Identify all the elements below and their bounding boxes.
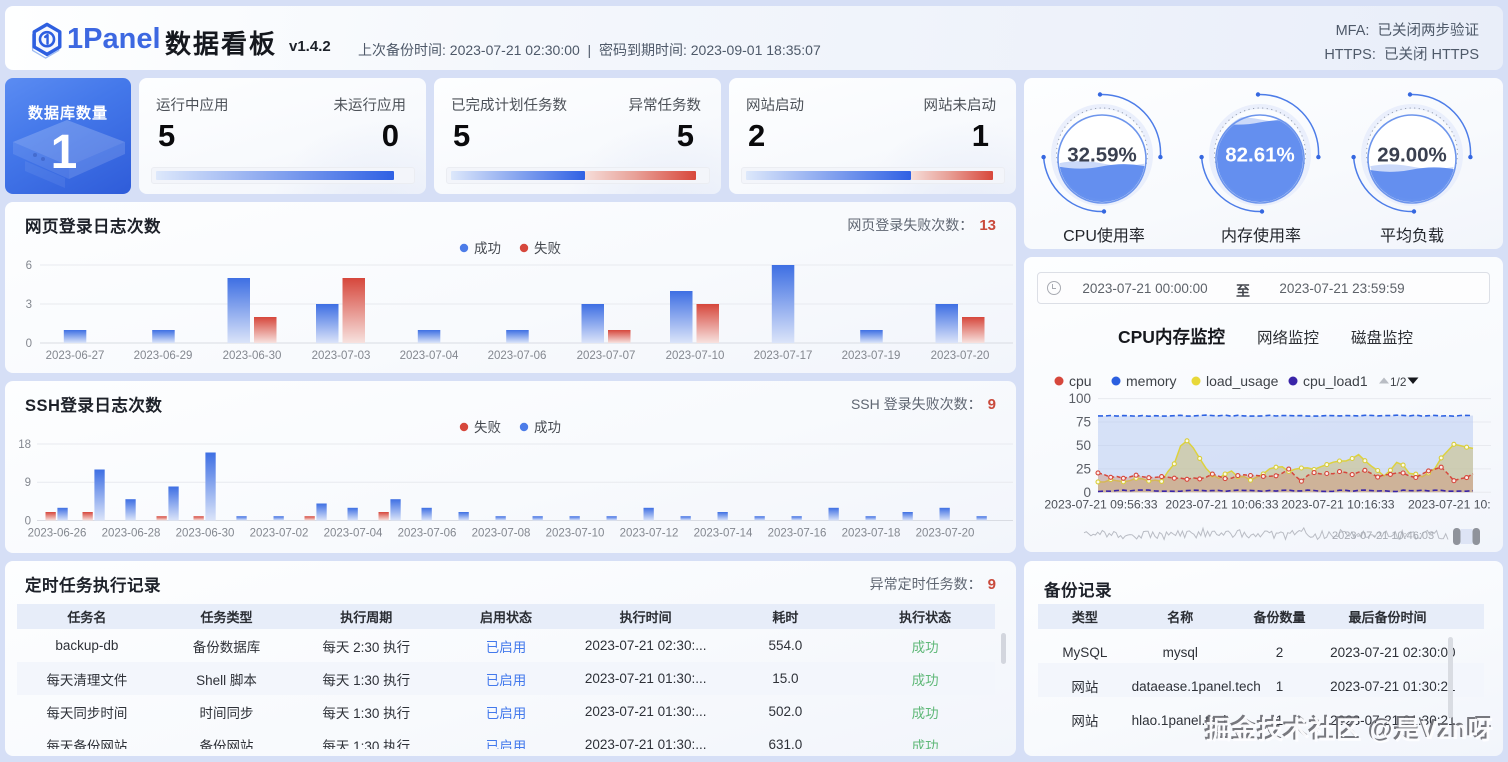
svg-text:失败: 失败 [534, 241, 562, 256]
svg-text:2023-07-03: 2023-07-03 [312, 350, 371, 362]
svg-text:cpu_load1: cpu_load1 [1303, 373, 1368, 389]
svg-text:2023-07-19: 2023-07-19 [842, 350, 901, 362]
svg-text:成功: 成功 [474, 241, 501, 256]
svg-text:memory: memory [1126, 373, 1177, 389]
svg-text:6: 6 [26, 260, 32, 272]
svg-text:82.61%: 82.61% [1225, 144, 1295, 167]
svg-text:2023-07-02: 2023-07-02 [250, 528, 309, 540]
svg-text:2023-07-21 10:16:33: 2023-07-21 10:16:33 [1281, 497, 1394, 511]
svg-text:2023-06-28: 2023-06-28 [102, 528, 161, 540]
svg-text:2023-07-04: 2023-07-04 [324, 528, 383, 540]
svg-text:2023-07-06: 2023-07-06 [488, 350, 547, 362]
svg-text:2023-06-30: 2023-06-30 [223, 350, 282, 362]
svg-text:2023-07-07: 2023-07-07 [577, 350, 636, 362]
svg-text:75: 75 [1076, 415, 1091, 430]
svg-text:2023-06-29: 2023-06-29 [134, 350, 193, 362]
svg-text:2023-07-21 10:06:33: 2023-07-21 10:06:33 [1165, 497, 1278, 511]
svg-text:9: 9 [25, 477, 31, 489]
svg-text:2023-07-20: 2023-07-20 [916, 528, 975, 540]
svg-text:失败: 失败 [474, 420, 501, 435]
svg-text:25: 25 [1076, 461, 1091, 476]
svg-text:平均负载: 平均负载 [1380, 227, 1444, 245]
svg-text:2023-06-26: 2023-06-26 [28, 528, 87, 540]
svg-text:成功: 成功 [534, 420, 561, 435]
svg-text:1/2: 1/2 [1390, 375, 1406, 389]
svg-text:2023-07-14: 2023-07-14 [694, 528, 753, 540]
svg-text:2023-07-16: 2023-07-16 [768, 528, 827, 540]
svg-text:2023-07-17: 2023-07-17 [754, 350, 813, 362]
svg-text:2023-07-10: 2023-07-10 [666, 350, 725, 362]
svg-text:32.59%: 32.59% [1067, 144, 1137, 167]
svg-text:2023-07-06: 2023-07-06 [398, 528, 457, 540]
svg-text:2023-07-08: 2023-07-08 [472, 528, 531, 540]
svg-text:3: 3 [26, 299, 32, 311]
svg-text:2023-07-12: 2023-07-12 [620, 528, 679, 540]
svg-text:29.00%: 29.00% [1377, 144, 1447, 167]
svg-text:2023-07-04: 2023-07-04 [400, 350, 459, 362]
svg-text:2023-07-21 09:56:33: 2023-07-21 09:56:33 [1044, 497, 1157, 511]
svg-text:2023-07-10: 2023-07-10 [546, 528, 605, 540]
svg-text:2023-07-20: 2023-07-20 [931, 350, 990, 362]
svg-text:2023-07-21 10:46:03: 2023-07-21 10:46:03 [1332, 530, 1434, 542]
svg-text:2023-07-21 10:: 2023-07-21 10: [1408, 497, 1491, 511]
svg-text:18: 18 [18, 439, 31, 451]
svg-text:CPU使用率: CPU使用率 [1063, 227, 1145, 245]
svg-text:100: 100 [1068, 391, 1091, 406]
svg-text:2023-06-27: 2023-06-27 [46, 350, 105, 362]
svg-text:load_usage: load_usage [1206, 373, 1279, 389]
svg-text:50: 50 [1076, 438, 1091, 453]
svg-text:cpu: cpu [1069, 373, 1092, 389]
svg-text:2023-06-30: 2023-06-30 [176, 528, 235, 540]
svg-text:0: 0 [26, 338, 32, 350]
svg-text:2023-07-18: 2023-07-18 [842, 528, 901, 540]
svg-text:0: 0 [25, 516, 31, 528]
svg-text:内存使用率: 内存使用率 [1221, 227, 1301, 245]
